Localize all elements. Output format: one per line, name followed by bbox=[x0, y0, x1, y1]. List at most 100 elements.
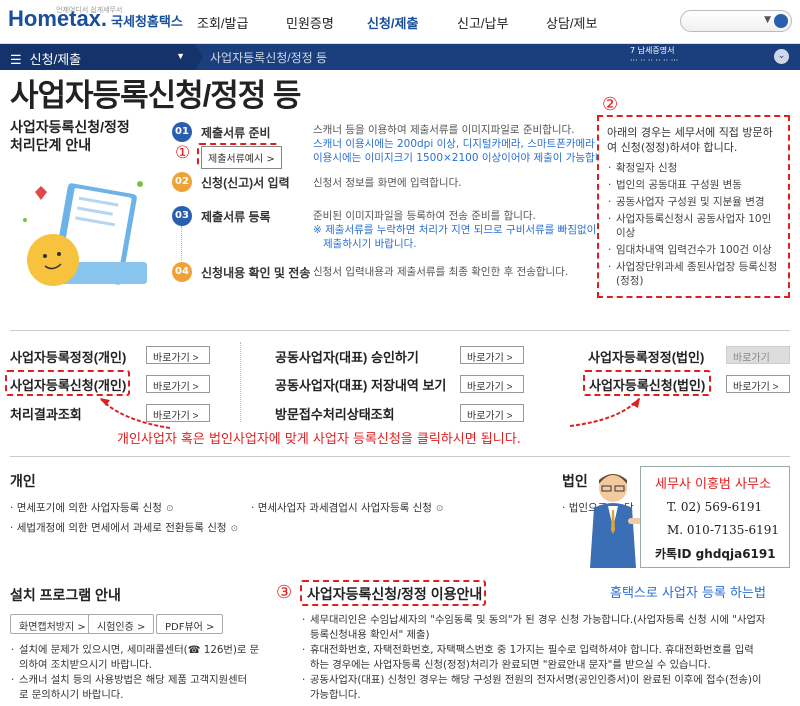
usage-line-continued: 하는 경우에는 사업자등록 신청(정정)처리가 완료되면 "완료안내 문자"를 … bbox=[301, 658, 765, 673]
step-desc-line: 이용시에는 이미지크기 1500×2100 이상이어야 제출이 가능합니다. bbox=[313, 152, 618, 164]
search-input[interactable]: ▼ bbox=[680, 10, 792, 32]
consultant-illustration bbox=[582, 468, 644, 576]
hamburger-icon[interactable]: ☰ bbox=[10, 52, 22, 67]
caption: 홈택스로 사업자 등록 하는법 bbox=[610, 586, 766, 601]
arrow-circle-icon[interactable]: ⊙ bbox=[436, 504, 444, 514]
individual-link[interactable]: · 면세포기에 의한 사업자등록 신청 ⊙ bbox=[10, 500, 174, 515]
usage-line-continued: 등록신청내용 확인서" 제출) bbox=[301, 628, 765, 643]
individual-link[interactable]: · 세법개정에 의한 면세에서 과세로 전환등록 신청 ⊙ bbox=[10, 520, 238, 535]
step-desc-line: 스캐너 등을 이용하여 제출서류를 이미지파일로 준비합니다. bbox=[313, 124, 575, 136]
crumb-arrow bbox=[195, 44, 203, 70]
step-description: 준비된 이미지파일을 등록하여 전송 준비를 합니다. ※ 제출서류를 누락하면… bbox=[313, 209, 596, 251]
link-business-correction-individual[interactable]: 사업자등록정정(개인) bbox=[10, 347, 126, 366]
card-phone: T. 02) 569-6191 bbox=[667, 500, 763, 514]
usage-line: 세무대리인은 수임납세자의 "수임동록 및 동의"가 된 경우 신청 가능합니다… bbox=[301, 613, 765, 628]
go-button[interactable]: 바로가기 > bbox=[146, 346, 210, 364]
go-button[interactable]: 바로가기 > bbox=[460, 404, 524, 422]
category-menu[interactable]: ☰ 신청/제출 ▼ bbox=[0, 44, 195, 70]
list-item: 법인의 공동대표 구성원 변동 bbox=[607, 178, 780, 192]
info-list: 확정일자 신청 법인의 공동대표 구성원 변동 공동사업자 구성원 및 지분율 … bbox=[607, 161, 780, 288]
list-item: 임대차내역 입력건수가 100건 이상 bbox=[607, 243, 780, 257]
step-number: 03 bbox=[172, 206, 192, 226]
nav-report-pay[interactable]: 신고/납부 bbox=[457, 13, 508, 32]
breadcrumb[interactable]: 사업자등록신청/정정 등 bbox=[210, 49, 327, 66]
go-button-disabled: 바로가기 bbox=[726, 346, 790, 364]
link-joint-business-approve[interactable]: 공동사업자(대표) 승인하기 bbox=[275, 347, 419, 366]
logo-korean: 국세청홈택스 bbox=[111, 14, 183, 29]
card-title: 세무사 이홍범 사무소 bbox=[655, 477, 771, 492]
breadcrumb-bar: ☰ 신청/제출 ▼ 사업자등록신청/정정 등 7 납세증명서 ··· ·· ·· … bbox=[0, 44, 800, 70]
hometax-logo[interactable]: 언제어디서 쉽게세무서 Hometax. 국세청홈택스 bbox=[8, 6, 183, 32]
nav-lookup-issue[interactable]: 조회/발급 bbox=[197, 13, 248, 32]
list-item: 확정일자 신청 bbox=[607, 161, 780, 175]
test-certification-button[interactable]: 시험인증 > bbox=[88, 614, 155, 634]
step-description: 스캐너 등을 이용하여 제출서류를 이미지파일로 준비합니다. 스캐너 이용시에… bbox=[313, 123, 617, 165]
category-label: 신청/제출 bbox=[29, 52, 82, 67]
step-desc-line: ※ 제출서류를 누락하면 처리가 지연 되므로 구비서류를 빠짐없이 bbox=[313, 224, 597, 236]
usage-section-title: 사업자등록신청/정정 이용안내 bbox=[307, 586, 483, 602]
usage-notes: 세무대리인은 수임납세자의 "수임동록 및 동의"가 된 경우 신청 가능합니다… bbox=[301, 613, 765, 703]
go-button[interactable]: 바로가기 > bbox=[460, 375, 524, 393]
step-label: 제출서류 준비 bbox=[201, 126, 271, 140]
nav-consult-report[interactable]: 상담/제보 bbox=[546, 13, 597, 32]
link-text: 면세포기에 의한 사업자등록 신청 bbox=[16, 502, 162, 514]
go-button[interactable]: 바로가기 > bbox=[460, 346, 524, 364]
list-item: 사업장단위과세 종된사업장 등록신청(정정) bbox=[607, 260, 780, 288]
caret-down-icon[interactable]: ▼ bbox=[176, 51, 185, 61]
step-label: 제출서류 등록 bbox=[201, 210, 271, 224]
document-illustration bbox=[15, 170, 165, 300]
list-item: 공동사업자 구성원 및 지분율 변경 bbox=[607, 195, 780, 209]
nav-apply-submit[interactable]: 신청/제출 bbox=[367, 13, 418, 32]
chevron-down-icon[interactable]: ▼ bbox=[764, 15, 771, 25]
divider bbox=[10, 456, 790, 457]
note-line-continued: 의하여 조치받으시기 바랍니다. bbox=[10, 658, 259, 673]
process-title-line: 사업자등록신청/정정 bbox=[10, 119, 130, 135]
contact-card: 세무사 이홍범 사무소 T. 02) 569-6191 M. 010-7135-… bbox=[640, 466, 790, 568]
screen-capture-block-button[interactable]: 화면캡처방지 > bbox=[10, 614, 95, 634]
note-text: 하는 경우에는 사업자등록 신청(정정)처리가 완료되면 "완료안내 문자"를 … bbox=[310, 659, 711, 671]
annotation-message: 개인사업자 혹은 법인사업자에 맞게 사업자 등록신청을 클릭하시면 됩니다. bbox=[117, 432, 521, 447]
sample-documents-button[interactable]: 제출서류예시 > bbox=[201, 146, 282, 169]
note-text: 등록신청내용 확인서" 제출) bbox=[310, 629, 430, 641]
note-text: 가능합니다. bbox=[310, 689, 361, 701]
step-label: 신청내용 확인 및 전송 bbox=[201, 266, 311, 280]
card-kakao-id: 카톡ID ghdqja6191 bbox=[655, 547, 776, 561]
individual-link[interactable]: · 면세사업자 과세겸업시 사업자등록 신청 ⊙ bbox=[251, 500, 443, 515]
link-visit-status[interactable]: 방문접수처리상태조회 bbox=[275, 404, 395, 423]
pdf-viewer-button[interactable]: PDF뷰어 > bbox=[156, 614, 224, 634]
divider bbox=[10, 330, 790, 331]
link-business-correction-corporate[interactable]: 사업자등록정정(법인) bbox=[588, 347, 704, 366]
individual-section-title: 개인 bbox=[10, 473, 36, 489]
note-text: 로 문의하시기 바랍니다. bbox=[19, 689, 124, 701]
note-line: 설치에 문제가 있으시면, 세미래콜센터(☎ 126번)로 문 bbox=[10, 643, 259, 658]
notice-ticker[interactable]: 7 납세증명서 ··· ·· ·· ·· ·· ··· bbox=[630, 46, 678, 66]
search-icon[interactable] bbox=[774, 14, 788, 28]
nav-civil-certificate[interactable]: 민원증명 bbox=[286, 13, 334, 32]
process-title: 사업자등록신청/정정 처리단계 안내 bbox=[10, 118, 130, 154]
install-section-title: 설치 프로그램 안내 bbox=[10, 587, 121, 603]
arrow-circle-icon[interactable]: ⊙ bbox=[166, 504, 174, 514]
note-line-continued: 로 문의하시기 바랍니다. bbox=[10, 688, 259, 703]
annotation-number-2: ② bbox=[602, 94, 619, 115]
logo-tagline: 언제어디서 쉽게세무서 bbox=[56, 7, 123, 14]
notice-line: ··· ·· ·· ·· ·· ··· bbox=[630, 56, 679, 65]
notice-line: 7 납세증명서 bbox=[630, 46, 675, 55]
arrow-circle-icon[interactable]: ⊙ bbox=[231, 524, 239, 534]
step-desc-line: 준비된 이미지파일을 등록하여 전송 준비를 합니다. bbox=[313, 210, 536, 222]
step-desc-line: 스캐너 이용시에는 200dpi 이상, 디지털카메라, 스마트폰카메라 등 bbox=[313, 138, 608, 150]
usage-line: 공동사업자(대표) 신청인 경우는 해당 구성원 전원의 전자서명(공인인증서)… bbox=[301, 673, 765, 688]
step-description: 신청서 입력내용과 제출서류를 최종 확인한 후 전송합니다. bbox=[313, 266, 569, 278]
step-number: 02 bbox=[172, 172, 192, 192]
process-title-line: 처리단계 안내 bbox=[10, 137, 92, 153]
chevron-down-icon[interactable]: ⌄ bbox=[774, 49, 789, 64]
go-button[interactable]: 바로가기 > bbox=[726, 375, 790, 393]
note-text: 의하여 조치받으시기 바랍니다. bbox=[19, 659, 152, 671]
step-number: 04 bbox=[172, 262, 192, 282]
link-text: 면세사업자 과세겸업시 사업자등록 신청 bbox=[257, 502, 432, 514]
install-notes: 설치에 문제가 있으시면, 세미래콜센터(☎ 126번)로 문 의하여 조치받으… bbox=[10, 643, 259, 703]
info-intro: 아래의 경우는 세무서에 직접 방문하여 신청(정정)하셔야 합니다. bbox=[607, 126, 773, 154]
page-title: 사업자등록신청/정정 등 bbox=[10, 78, 301, 113]
annotation-number-3: ③ bbox=[276, 582, 293, 603]
link-joint-business-saved[interactable]: 공동사업자(대표) 저장내역 보기 bbox=[275, 375, 446, 394]
annotation-arrow bbox=[99, 397, 171, 429]
